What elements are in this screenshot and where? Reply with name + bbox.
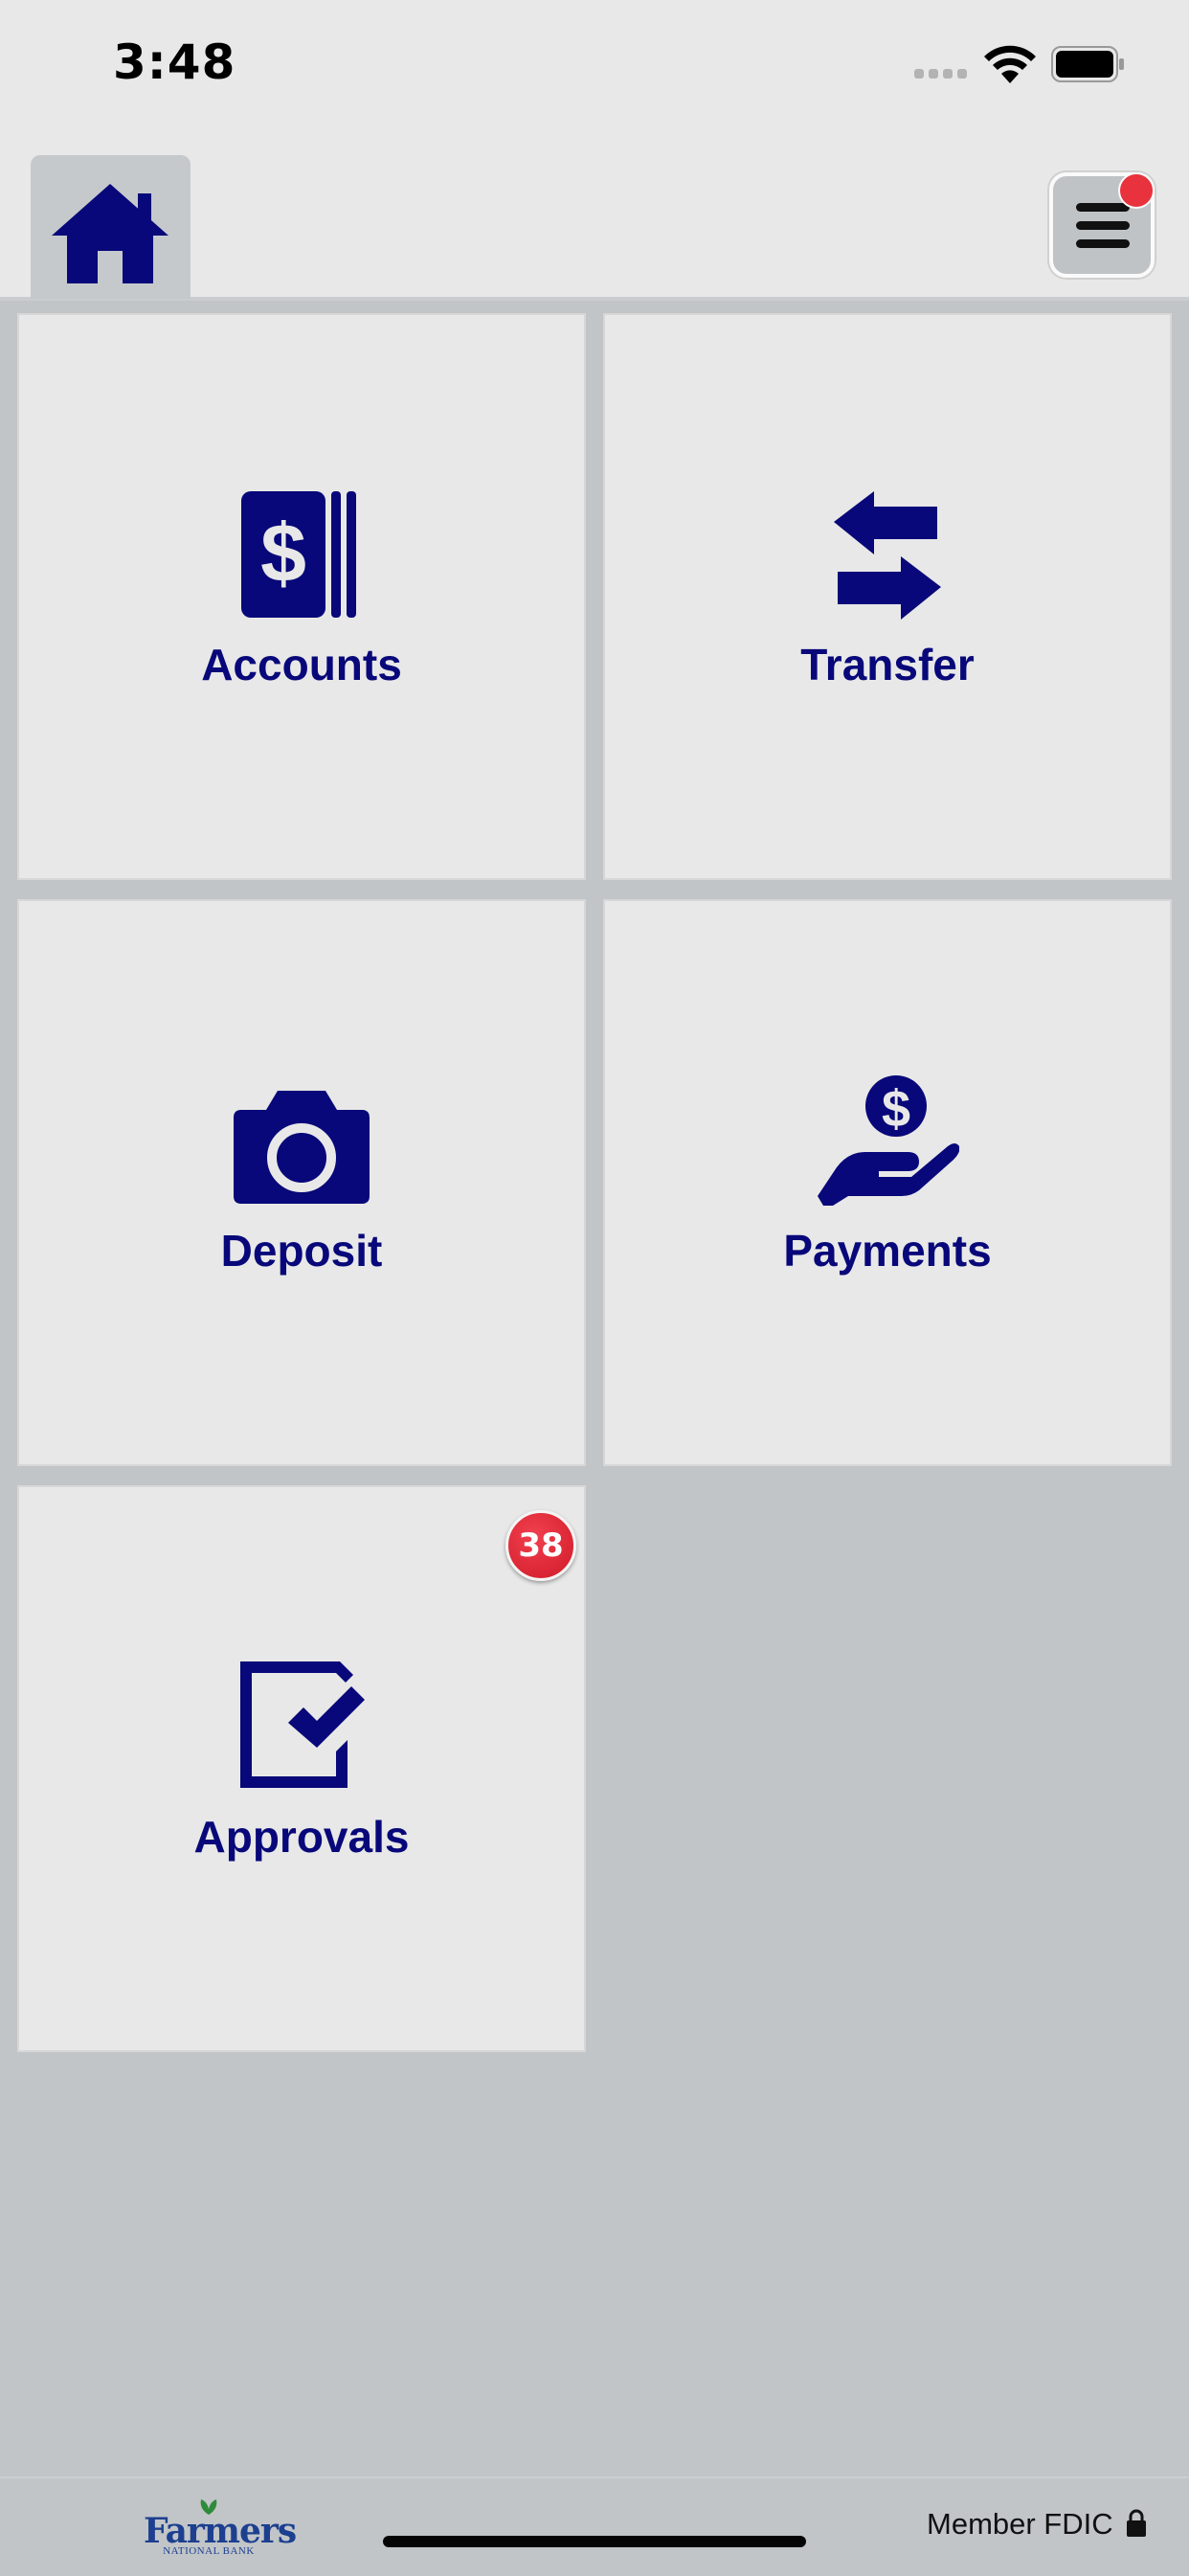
battery-icon [1051,46,1124,82]
camera-icon [230,1072,373,1206]
tile-label: Payments [783,1226,992,1276]
status-time: 3:48 [113,34,236,90]
tile-deposit[interactable]: Deposit [17,899,586,1466]
bank-logo: Farmers NATIONAL BANK [144,2497,297,2557]
tile-label: Deposit [220,1226,383,1276]
wifi-icon [984,45,1036,83]
checkbox-icon [230,1658,373,1792]
tile-label: Approvals [193,1812,410,1862]
tile-payments[interactable]: $ Payments [603,899,1172,1466]
notification-dot [1118,172,1155,209]
tile-transfer[interactable]: Transfer [603,313,1172,880]
tile-label: Transfer [800,640,975,689]
home-indicator [383,2536,806,2547]
tile-approvals[interactable]: 38 Approvals [17,1485,586,2052]
menu-bar [1076,203,1130,212]
tile-accounts[interactable]: $ Accounts [17,313,586,880]
home-tab[interactable] [31,155,191,299]
logo-subtext: NATIONAL BANK [163,2545,255,2557]
tile-label: Accounts [201,640,402,689]
svg-text:$: $ [882,1080,910,1138]
menu-bar [1076,239,1130,248]
lock-icon [1127,2509,1146,2537]
approvals-count-badge: 38 [505,1510,576,1581]
dollar-cards-icon: $ [230,486,373,620]
home-icon [52,184,168,283]
menu-bar [1076,221,1130,230]
transfer-arrows-icon [816,486,959,620]
member-fdic-text: Member FDIC [927,2507,1113,2541]
status-bar: 3:48 [0,0,1189,134]
hand-coin-icon: $ [816,1072,959,1206]
cellular-signal-icon [914,69,967,79]
svg-text:$: $ [260,508,306,599]
